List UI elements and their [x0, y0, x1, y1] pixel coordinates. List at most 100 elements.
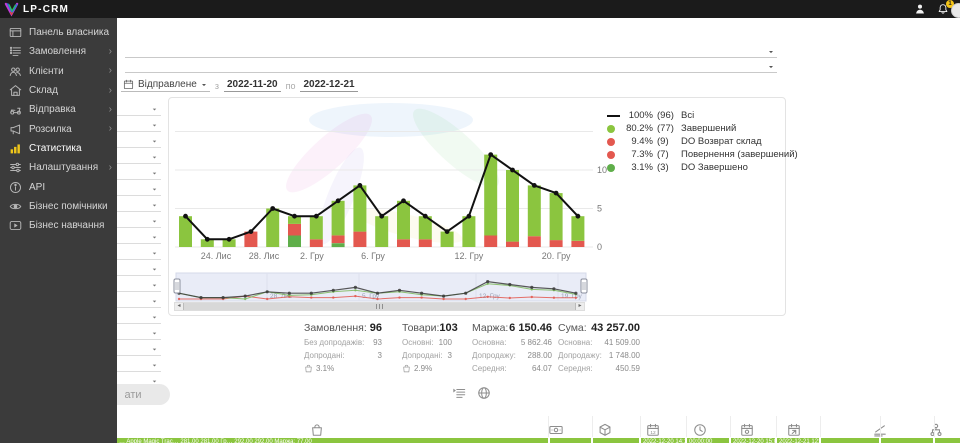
- side-filter-select-10[interactable]: [117, 244, 161, 260]
- side-filter-select-1[interactable]: [117, 100, 161, 116]
- chevron-down-icon: [767, 63, 775, 71]
- side-filter-select-11[interactable]: [117, 260, 161, 276]
- sidebar-item-label: Бізнес помічники: [29, 201, 112, 212]
- calendar-date-icon[interactable]: 12: [646, 423, 660, 437]
- side-filter-select-12[interactable]: [117, 276, 161, 292]
- date-mode-select[interactable]: Відправлене: [121, 79, 210, 92]
- column-separator: [820, 416, 821, 437]
- side-filter-select-3[interactable]: [117, 132, 161, 148]
- summary-cell[interactable]: 2022-12-21 12:07:05: [777, 438, 819, 443]
- legend-item[interactable]: 7.3%(7)Повернення (завершений): [607, 148, 783, 161]
- stats-subrow: Середня:450.59: [558, 364, 640, 373]
- bar-segment[interactable]: [506, 170, 519, 242]
- bar-segment[interactable]: [506, 242, 519, 247]
- sidebar-item-business-training[interactable]: Бізнес навчання: [0, 216, 117, 235]
- bar-segment[interactable]: [571, 216, 584, 241]
- bag-icon[interactable]: [310, 423, 324, 437]
- sidebar-item-mailing[interactable]: Розсилка›: [0, 119, 117, 138]
- summary-cell[interactable]: [550, 438, 591, 443]
- summary-cell[interactable]: … Apple Magic Trac… 281.00 281.00 Гр… 29…: [117, 438, 548, 443]
- brand-logo-icon[interactable]: [4, 2, 19, 17]
- navigator-handle-left[interactable]: [174, 279, 180, 293]
- side-filter-select-2[interactable]: [117, 116, 161, 132]
- legend-item[interactable]: 80.2%(77)Завершений: [607, 122, 783, 135]
- legend-item[interactable]: 9.4%(9)DO Возврат склад: [607, 135, 783, 148]
- bar-segment[interactable]: [310, 239, 323, 247]
- chevron-right-icon: ›: [109, 163, 112, 173]
- bar-segment[interactable]: [550, 240, 563, 247]
- sidebar-item-business-helpers[interactable]: Бізнес помічники: [0, 197, 117, 216]
- notifications-button[interactable]: 1: [937, 3, 949, 15]
- chevron-down-icon: [767, 48, 775, 56]
- export-menu-icon[interactable]: [452, 386, 466, 400]
- summary-cell[interactable]: [935, 438, 960, 443]
- summary-cell[interactable]: [593, 438, 639, 443]
- bar-segment[interactable]: [462, 216, 475, 247]
- sidebar-item-api[interactable]: API: [0, 177, 117, 196]
- globe-icon[interactable]: [477, 386, 491, 400]
- scroll-left-icon[interactable]: ◂: [175, 303, 183, 310]
- bar-segment[interactable]: [528, 185, 541, 236]
- sidebar-item-warehouse[interactable]: Склад›: [0, 81, 117, 100]
- chevron-down-icon: [151, 218, 158, 225]
- summary-cell[interactable]: 2022-12-20 15:00:00: [731, 438, 775, 443]
- bar-segment[interactable]: [288, 224, 301, 236]
- bar-segment[interactable]: [397, 239, 410, 247]
- date-from-input[interactable]: 2022-11-20: [224, 79, 281, 92]
- chevron-down-icon: [151, 282, 158, 289]
- summary-cell[interactable]: 2022-12-20 14:10:06: [641, 438, 685, 443]
- bar-segment[interactable]: [528, 236, 541, 247]
- bar-segment[interactable]: [310, 216, 323, 239]
- sidebar-item-orders[interactable]: Замовлення›: [0, 42, 117, 61]
- sidebar-item-statistics[interactable]: Статистика: [0, 139, 117, 158]
- side-filter-select-9[interactable]: [117, 228, 161, 244]
- date-to-input[interactable]: 2022-12-21: [300, 79, 357, 92]
- bar-segment[interactable]: [484, 235, 497, 247]
- side-filter-select-7[interactable]: [117, 196, 161, 212]
- settings-icon: [9, 161, 22, 174]
- bar-segment[interactable]: [550, 193, 563, 240]
- bar-segment[interactable]: [375, 216, 388, 247]
- gift-icon[interactable]: [598, 423, 612, 437]
- side-filter-select-13[interactable]: [117, 292, 161, 308]
- legend-item[interactable]: 3.1%(3)DO Завершено: [607, 161, 783, 174]
- clock-icon[interactable]: [693, 423, 707, 437]
- warehouse-icon: [9, 84, 22, 97]
- bar-segment[interactable]: [332, 201, 345, 236]
- chart-scrollbar[interactable]: ◂ ▸: [174, 302, 585, 311]
- calendar-icon: [123, 79, 134, 90]
- side-filter-select-4[interactable]: [117, 148, 161, 164]
- sidebar-item-clients[interactable]: Клієнти›: [0, 62, 117, 81]
- user-icon[interactable]: [914, 3, 926, 15]
- bar-segment[interactable]: [332, 243, 345, 247]
- sidebar-item-shipping[interactable]: Відправка›: [0, 100, 117, 119]
- bar-segment[interactable]: [571, 241, 584, 247]
- avatar[interactable]: [951, 3, 960, 18]
- banknote-icon[interactable]: [549, 423, 563, 437]
- bar-segment[interactable]: [353, 232, 366, 247]
- scroll-right-icon[interactable]: ▸: [576, 303, 584, 310]
- sidebar-item-settings[interactable]: Налаштування›: [0, 158, 117, 177]
- org-chart-icon[interactable]: [929, 423, 943, 437]
- bar-segment[interactable]: [419, 239, 432, 247]
- line-marker: [205, 237, 210, 242]
- legend-dot-marker: [607, 151, 615, 159]
- side-filter-select-8[interactable]: [117, 212, 161, 228]
- bar-segment[interactable]: [332, 235, 345, 243]
- side-filter-select-6[interactable]: [117, 180, 161, 196]
- summary-cell[interactable]: [881, 438, 933, 443]
- calendar-alarm-icon[interactable]: [740, 423, 754, 437]
- scrollbar-thumb[interactable]: [183, 303, 576, 310]
- legend-item[interactable]: 100%(96)Всі: [607, 109, 783, 122]
- summary-cell[interactable]: 00:00:00: [687, 438, 729, 443]
- filter-select-top-2[interactable]: [125, 58, 777, 73]
- brand-name[interactable]: LP-CRM: [23, 4, 69, 15]
- bar-segment[interactable]: [397, 201, 410, 240]
- summary-cell[interactable]: [821, 438, 879, 443]
- navigator-handle-right[interactable]: [581, 279, 587, 293]
- calendar-export-icon[interactable]: [787, 423, 801, 437]
- sidebar-item-owner-panel[interactable]: Панель власника: [0, 23, 117, 42]
- filter-select-top-1[interactable]: [125, 43, 777, 58]
- bar-segment[interactable]: [288, 235, 301, 247]
- side-filter-select-5[interactable]: [117, 164, 161, 180]
